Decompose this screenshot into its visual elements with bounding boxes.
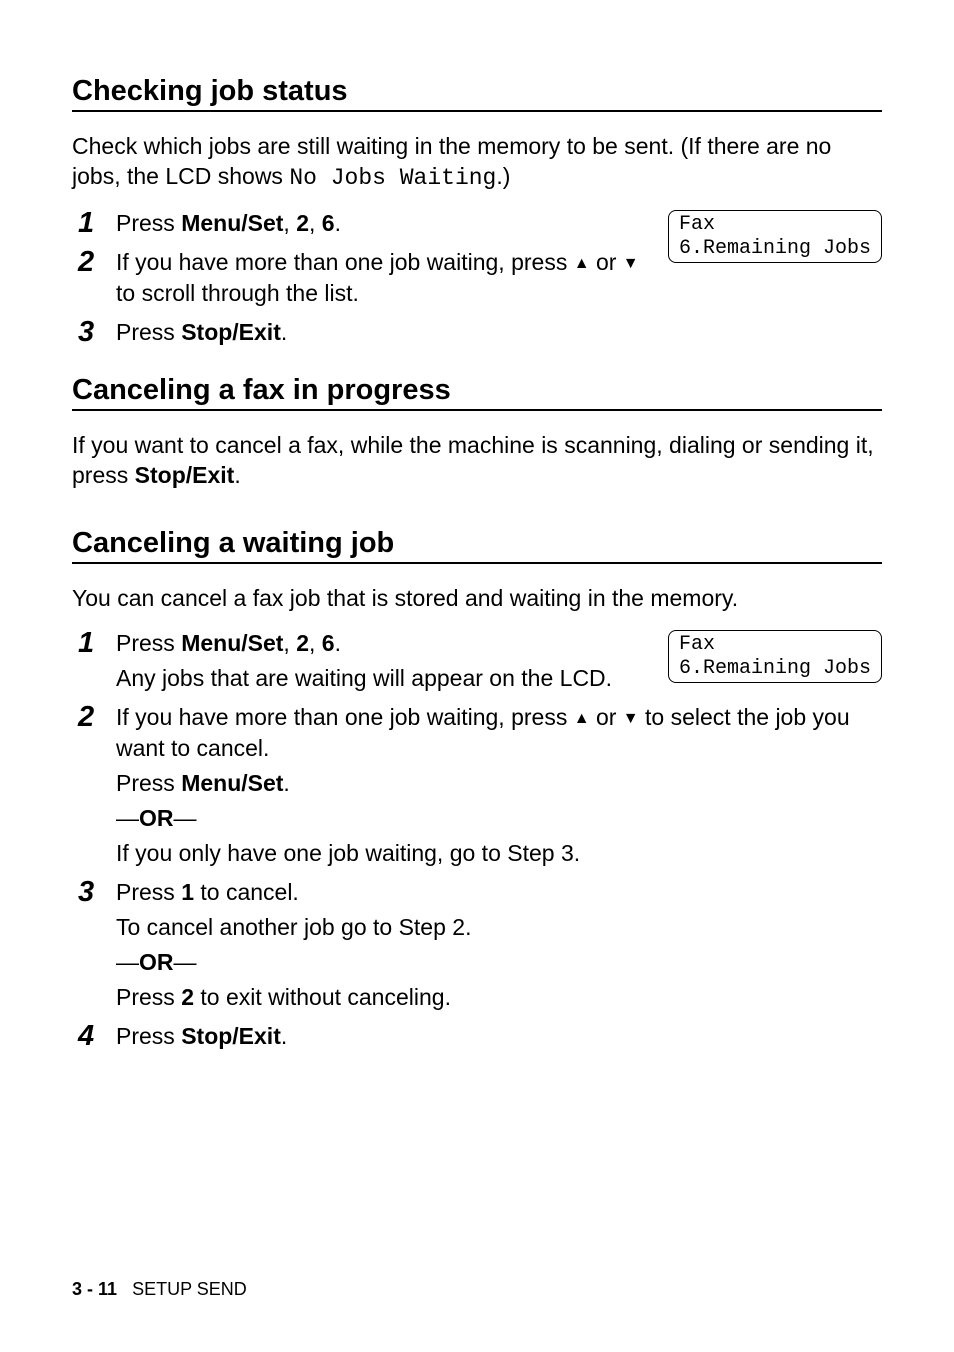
chapter-name: SETUP SEND	[132, 1279, 247, 1299]
section-title-cancel-progress: Canceling a fax in progress	[72, 374, 882, 411]
s3-step2-l4: If you only have one job waiting, go to …	[116, 838, 882, 869]
t: OR	[139, 949, 174, 975]
s3-step4-l1: Press Stop/Exit.	[116, 1021, 882, 1052]
t: ,	[309, 630, 322, 656]
t: Menu/Set	[181, 630, 283, 656]
t: Press	[116, 319, 181, 345]
step1-text: Press Menu/Set, 2, 6.	[116, 208, 654, 239]
t: .	[335, 210, 341, 236]
intro-mono: No Jobs Waiting	[289, 165, 496, 191]
down-arrow-icon: ▼	[623, 710, 639, 727]
t: to exit without canceling.	[194, 984, 451, 1010]
step-4: 4 Press Stop/Exit.	[72, 1021, 882, 1056]
s3-step1-l2: Any jobs that are waiting will appear on…	[116, 663, 654, 694]
step2-text: If you have more than one job waiting, p…	[116, 247, 654, 309]
lcd-display-2: Fax 6.Remaining Jobs	[668, 630, 882, 683]
step-2: 2 If you have more than one job waiting,…	[72, 247, 654, 313]
t: .	[281, 1023, 287, 1049]
intro-post: .)	[496, 163, 510, 189]
t: Stop/Exit	[135, 462, 235, 488]
step-num: 1	[72, 628, 116, 658]
t: ,	[283, 630, 296, 656]
t: ,	[309, 210, 322, 236]
step-num: 2	[72, 247, 116, 277]
t: 2	[181, 984, 194, 1010]
step-num: 1	[72, 208, 116, 238]
step-num: 3	[72, 877, 116, 907]
t: Stop/Exit	[181, 319, 281, 345]
t: Press	[116, 1023, 181, 1049]
t: —	[116, 805, 139, 831]
step3-text: Press Stop/Exit.	[116, 317, 882, 348]
t: ,	[283, 210, 296, 236]
section-title-cancel-waiting: Canceling a waiting job	[72, 527, 882, 564]
intro-2: If you want to cancel a fax, while the m…	[72, 431, 882, 491]
t: or	[590, 249, 623, 275]
lcd1-l1: Fax	[679, 213, 715, 236]
t: .	[283, 770, 289, 796]
t: Press	[116, 879, 181, 905]
t: OR	[139, 805, 174, 831]
t: Press	[116, 210, 181, 236]
intro-3: You can cancel a fax job that is stored …	[72, 584, 882, 614]
t: If you have more than one job waiting, p…	[116, 704, 574, 730]
t: .	[335, 630, 341, 656]
lcd1-l2: 6.Remaining Jobs	[679, 237, 871, 260]
t: Press	[116, 984, 181, 1010]
up-arrow-icon: ▲	[574, 255, 590, 272]
t: to cancel.	[194, 879, 299, 905]
page-number: 3 - 11	[72, 1279, 117, 1299]
section-title-checking: Checking job status	[72, 75, 882, 112]
step-3: 3 Press 1 to cancel. To cancel another j…	[72, 877, 882, 1017]
s3-step3-l4: Press 2 to exit without canceling.	[116, 982, 882, 1013]
t: .	[234, 462, 240, 488]
step-1: 1 Press Menu/Set, 2, 6.	[72, 208, 654, 243]
t: Press	[116, 630, 181, 656]
t: Stop/Exit	[181, 1023, 281, 1049]
s3-step3-l1: Press 1 to cancel.	[116, 877, 882, 908]
s3-step2-l1: If you have more than one job waiting, p…	[116, 702, 882, 764]
s3-step3-l2: To cancel another job go to Step 2.	[116, 912, 882, 943]
page-footer: 3 - 11 SETUP SEND	[72, 1279, 247, 1300]
intro-1: Check which jobs are still waiting in th…	[72, 132, 882, 194]
s3-step2-l2: Press Menu/Set.	[116, 768, 882, 799]
t: —	[174, 949, 197, 975]
step-num: 4	[72, 1021, 116, 1051]
lcd-display-1: Fax 6.Remaining Jobs	[668, 210, 882, 263]
down-arrow-icon: ▼	[623, 255, 639, 272]
t: to scroll through the list.	[116, 280, 359, 306]
t: 2	[296, 630, 309, 656]
s3-step2-l3: —OR—	[116, 803, 882, 834]
t: —	[174, 805, 197, 831]
step-2: 2 If you have more than one job waiting,…	[72, 702, 882, 873]
step-num: 3	[72, 317, 116, 347]
t: 6	[322, 210, 335, 236]
step-num: 2	[72, 702, 116, 732]
s3-step1-l1: Press Menu/Set, 2, 6.	[116, 628, 654, 659]
t: Menu/Set	[181, 210, 283, 236]
s3-step3-l3: —OR—	[116, 947, 882, 978]
t: —	[116, 949, 139, 975]
t: 2	[296, 210, 309, 236]
t: Menu/Set	[181, 770, 283, 796]
t: 6	[322, 630, 335, 656]
step-1: 1 Press Menu/Set, 2, 6. Any jobs that ar…	[72, 628, 654, 698]
lcd2-l2: 6.Remaining Jobs	[679, 657, 871, 680]
t: or	[590, 704, 623, 730]
up-arrow-icon: ▲	[574, 710, 590, 727]
t: 1	[181, 879, 194, 905]
t: Press	[116, 770, 181, 796]
steps-section3: 1 Press Menu/Set, 2, 6. Any jobs that ar…	[72, 628, 882, 1057]
t: If you have more than one job waiting, p…	[116, 249, 574, 275]
t: .	[281, 319, 287, 345]
lcd2-l1: Fax	[679, 633, 715, 656]
step-3: 3 Press Stop/Exit.	[72, 317, 882, 352]
